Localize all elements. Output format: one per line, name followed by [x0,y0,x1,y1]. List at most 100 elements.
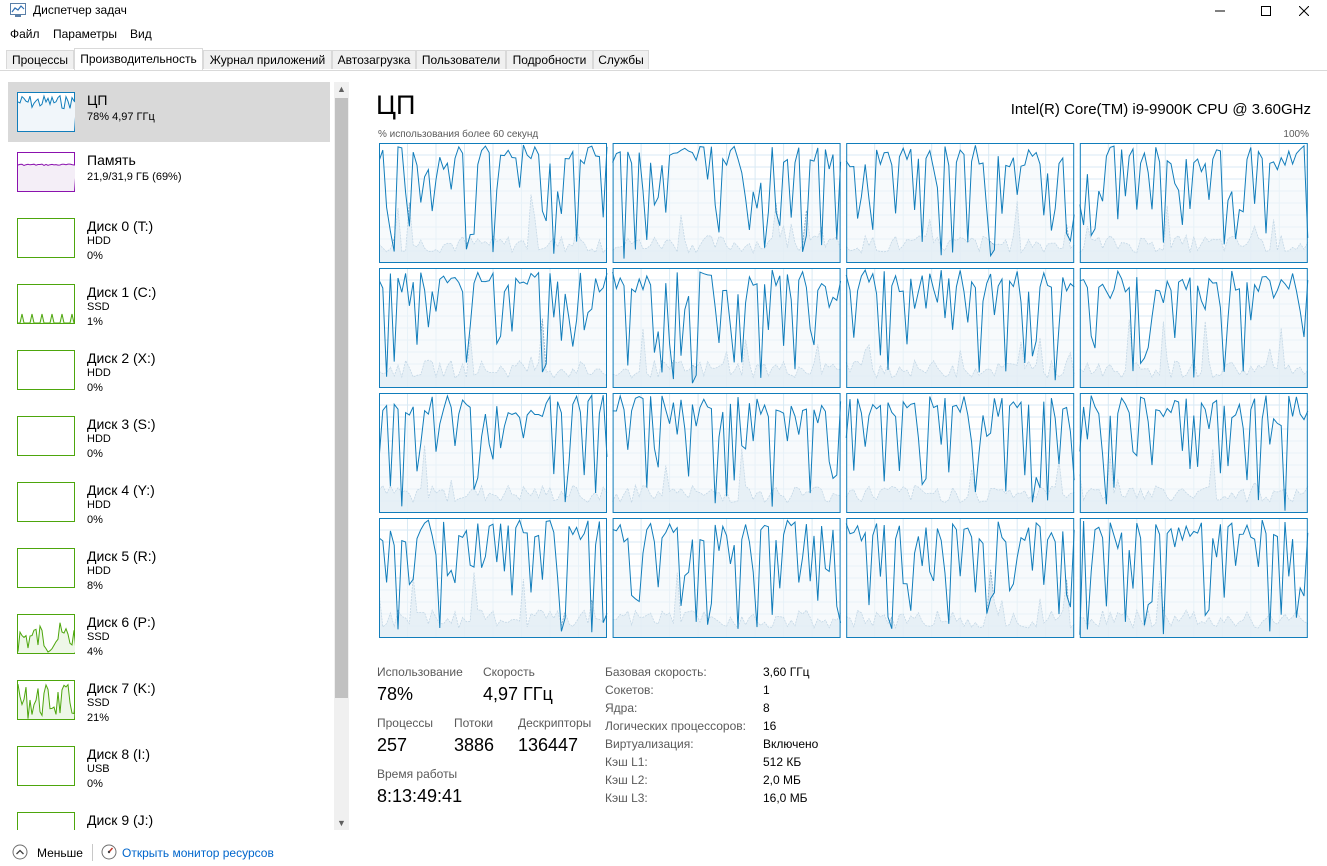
footer-divider [92,844,93,861]
menu-options[interactable]: Параметры [53,27,117,41]
sidebar-scrollbar[interactable]: ▲ ▼ [334,82,349,830]
sidebar-disk-title: Диск 4 (Y:) [87,482,155,498]
logical-processor-graph-1 [612,143,842,263]
tab-strip: Процессы Производительность Журнал прило… [0,48,1327,71]
detail-value-l2: 2,0 МБ [763,773,801,787]
sidebar-item-disk-1[interactable]: Диск 1 (C:) SSD 1% [8,274,330,334]
cpu-model-name: Intel(R) Core(TM) i9-9900K CPU @ 3.60GHz [1010,101,1311,118]
speed-label: Скорость [483,665,535,679]
speed-value: 4,97 ГГц [483,684,553,704]
sidebar-cpu-title: ЦП [87,92,108,108]
processes-value: 257 [377,735,408,755]
detail-value-cores: 8 [763,701,770,715]
cpu-thumbnail-graph [17,92,75,132]
detail-label-l1: Кэш L1: [605,755,648,769]
sidebar-disk-title: Диск 5 (R:) [87,548,157,564]
sidebar-disk-type: SSD [87,301,110,313]
sidebar-disk-title: Диск 8 (I:) [87,746,151,762]
tab-app-history[interactable]: Журнал приложений [203,50,332,69]
detail-value-virtualization: Включено [763,737,819,751]
detail-value-l3: 16,0 МБ [763,791,808,805]
thumb-frame [17,284,75,324]
disk-thumbnail-graph [17,416,75,456]
logical-processor-graph-2 [845,143,1075,263]
sidebar-disk-usage: 0% [87,382,103,394]
logical-processor-graph-11 [1079,393,1309,513]
logical-processor-graph-10 [845,393,1075,513]
logical-processor-graph-12 [378,518,608,638]
thumb-frame [17,218,75,258]
logical-processor-graph-3 [1079,143,1309,263]
sidebar-item-disk-7[interactable]: Диск 7 (K:) SSD 21% [8,670,330,730]
maximize-icon [1261,6,1271,16]
sidebar-item-disk-0[interactable]: Диск 0 (T:) HDD 0% [8,208,330,268]
sidebar-item-disk-9[interactable]: Диск 9 (J:)USB [8,802,330,830]
sidebar-disk-usage: 0% [87,778,103,790]
title-bar: Диспетчер задач [0,0,1327,22]
disk-thumbnail-graph [17,680,75,720]
sidebar-disk-usage: 1% [87,316,103,328]
logical-processor-graph-9 [612,393,842,513]
scroll-up-arrow-icon[interactable]: ▲ [334,82,349,96]
sidebar-item-disk-5[interactable]: Диск 5 (R:) HDD 8% [8,538,330,598]
chevron-up-circle-icon[interactable] [12,844,28,860]
sidebar-disk-type: HDD [87,235,111,247]
disk-thumbnail-graph [17,218,75,258]
detail-label-cores: Ядра: [605,701,638,715]
uptime-value: 8:13:49:41 [377,786,463,806]
sidebar-item-disk-4[interactable]: Диск 4 (Y:) HDD 0% [8,472,330,532]
sidebar-item-memory[interactable]: Память 21,9/31,9 ГБ (69%) [8,142,330,202]
menu-file[interactable]: Файл [10,27,40,41]
disk-thumbnail-graph [17,482,75,522]
sidebar-disk-type: HDD [87,433,111,445]
menu-view[interactable]: Вид [130,27,152,41]
detail-label-logical: Логических процессоров: [605,719,746,733]
footer-bar: Меньше Открыть монитор ресурсов [0,838,1327,866]
tab-details[interactable]: Подробности [506,50,593,69]
scroll-down-arrow-icon[interactable]: ▼ [334,816,349,830]
sidebar-disk-usage: 0% [87,448,103,460]
sidebar-disk-type: SSD [87,697,110,709]
menu-bar: Файл Параметры Вид [0,25,1327,45]
memory-thumbnail-graph [17,152,75,192]
graph-max-label: 100% [1283,129,1309,140]
sidebar-item-disk-3[interactable]: Диск 3 (S:) HDD 0% [8,406,330,466]
resource-monitor-icon[interactable] [101,844,117,860]
tab-processes[interactable]: Процессы [6,50,74,69]
logical-processor-graph-6 [845,268,1075,388]
scroll-thumb[interactable] [335,98,348,698]
processes-label: Процессы [377,716,434,730]
logical-processor-graph-5 [612,268,842,388]
tab-users[interactable]: Пользователи [416,50,506,69]
thumb-frame [17,812,75,830]
sidebar-item-disk-6[interactable]: Диск 6 (P:) SSD 4% [8,604,330,664]
cpu-graph-grid-canvas [378,143,1309,638]
detail-value-base-speed: 3,60 ГГц [763,665,810,679]
disk-thumbnail-graph [17,812,75,830]
sidebar-item-disk-8[interactable]: Диск 8 (I:) USB 0% [8,736,330,796]
detail-value-logical: 16 [763,719,777,733]
sidebar-disk-type: HDD [87,565,111,577]
sidebar-disk-usage: 21% [87,712,110,724]
close-button[interactable] [1281,0,1327,22]
fewer-details-link[interactable]: Меньше [37,846,83,860]
detail-value-sockets: 1 [763,683,770,697]
tab-startup[interactable]: Автозагрузка [332,50,416,69]
tab-performance[interactable]: Производительность [74,48,203,70]
minimize-button[interactable] [1197,0,1243,22]
tab-services[interactable]: Службы [593,50,649,69]
sidebar-disk-type: USB [87,763,110,775]
sidebar-disk-type: SSD [87,631,110,643]
sidebar-disk-title: Диск 6 (P:) [87,614,156,630]
open-resource-monitor-link[interactable]: Открыть монитор ресурсов [122,846,274,860]
detail-label-base-speed: Базовая скорость: [605,665,707,679]
thumb-frame [17,350,75,390]
threads-label: Потоки [454,716,494,730]
detail-label-l3: Кэш L3: [605,791,648,805]
sidebar-item-disk-2[interactable]: Диск 2 (X:) HDD 0% [8,340,330,400]
sidebar-disk-type: HDD [87,499,111,511]
sidebar-item-cpu[interactable]: ЦП 78% 4,97 ГГц [8,82,330,142]
detail-label-virtualization: Виртуализация: [605,737,694,751]
sidebar-disk-type: HDD [87,367,111,379]
thumb-frame [17,482,75,522]
